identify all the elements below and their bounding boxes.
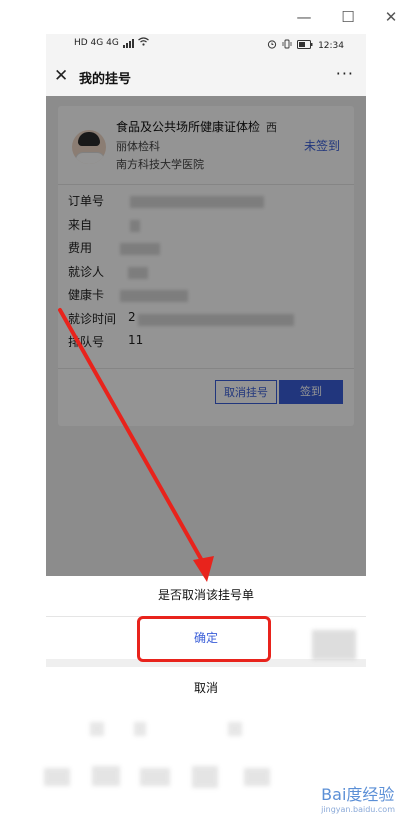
title-bar: ✕ 我的挂号 ··· <box>46 58 366 96</box>
signal-icon <box>122 38 134 48</box>
blur-patch <box>192 766 218 788</box>
clock-time: 12:34 <box>318 40 344 51</box>
blur-patch <box>90 722 104 736</box>
blur-patch <box>92 766 120 786</box>
action-sheet-title: 是否取消该挂号单 <box>157 588 254 602</box>
blur-patch <box>312 630 356 660</box>
minimize-button[interactable]: — <box>293 6 315 28</box>
blur-patch <box>134 722 146 736</box>
blur-patch <box>244 768 270 786</box>
close-window-button[interactable]: ✕ <box>380 6 402 28</box>
blur-patch <box>140 768 170 786</box>
alarm-icon <box>267 39 277 52</box>
blur-patch <box>228 722 242 736</box>
battery-icon <box>297 39 313 52</box>
page-title: 我的挂号 <box>79 72 132 87</box>
more-options-icon[interactable]: ··· <box>336 64 354 83</box>
watermark-text: Bai度经验 <box>321 785 395 804</box>
blur-patch <box>44 768 70 786</box>
annotation-highlight-box <box>137 616 271 662</box>
maximize-button[interactable]: ☐ <box>337 6 359 28</box>
wifi-icon <box>137 37 149 49</box>
watermark-logo: Bai度经验 jingyan.baidu.com <box>321 781 395 814</box>
close-icon[interactable]: ✕ <box>54 66 68 86</box>
phone-screen: HD 4G 4G 12:34 ✕ 我的挂号 ··· 食品及公共场所健康证体检 西… <box>46 34 366 710</box>
network-label: HD 4G 4G <box>74 38 119 48</box>
vibrate-icon <box>282 39 292 52</box>
status-bar: HD 4G 4G 12:34 <box>46 34 366 58</box>
cancel-button[interactable]: 取消 <box>46 667 366 710</box>
watermark-subtext: jingyan.baidu.com <box>321 805 395 814</box>
